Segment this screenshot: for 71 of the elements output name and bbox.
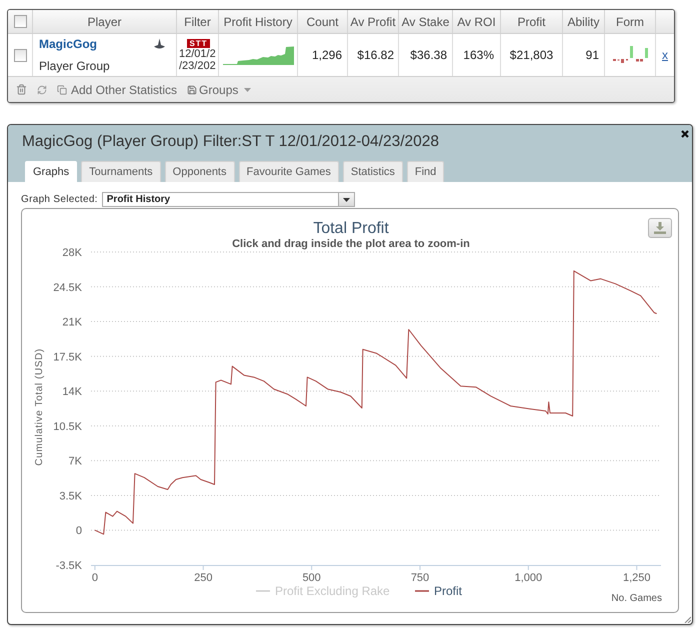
legend-line-icon <box>256 590 270 592</box>
save-icon <box>187 84 198 94</box>
legend-label[interactable]: Profit <box>434 584 462 598</box>
y-tick-label: 17.5K <box>53 351 82 364</box>
column-header[interactable]: Av Profit <box>348 10 399 33</box>
checkbox[interactable] <box>14 15 26 28</box>
profit-sparkline <box>222 45 294 65</box>
chart-title: Total Profit <box>313 220 389 237</box>
caret-icon <box>244 88 252 92</box>
panel-title: MagicGog (Player Group) Filter:ST T 12/01/2012-04/23/2028 <box>22 132 440 152</box>
graph-select[interactable]: Profit History <box>102 192 355 207</box>
x-tick-label: 1,250 <box>622 572 650 584</box>
column-header[interactable]: Profit <box>501 10 563 33</box>
x-axis-title: No. Games <box>611 593 662 604</box>
column-header[interactable]: Filter <box>177 10 219 33</box>
trash-icon[interactable] <box>16 84 27 95</box>
field-label: Graph Selected: <box>21 193 98 207</box>
x-tick-label: 250 <box>194 572 212 584</box>
filter-date: /23/202 <box>179 60 216 72</box>
y-tick-label: 0 <box>76 525 82 538</box>
download-button[interactable] <box>648 218 672 238</box>
close-icon[interactable] <box>681 130 689 138</box>
table-cell: 91 <box>563 34 605 76</box>
y-tick-label: -3.5K <box>56 560 82 572</box>
tab[interactable]: Find <box>406 161 444 182</box>
column-header[interactable]: Av Stake <box>399 10 453 33</box>
tab[interactable]: Graphs <box>25 161 78 182</box>
table-cell: 1,296 <box>298 34 348 76</box>
refresh-icon[interactable] <box>37 84 47 94</box>
form-bar <box>645 48 648 58</box>
y-tick-label: 24.5K <box>53 282 82 294</box>
table-cell: $21,803 <box>501 34 563 76</box>
y-tick-label: 21K <box>62 316 82 329</box>
column-header[interactable]: Player <box>33 10 177 33</box>
column-header[interactable]: Profit History <box>219 10 298 33</box>
x-tick-label: 0 <box>92 572 98 584</box>
filter-badge: STT <box>187 38 210 48</box>
tab[interactable]: Tournaments <box>81 161 161 182</box>
resize-grip-icon[interactable] <box>684 616 691 623</box>
y-tick-label: 14K <box>62 386 82 398</box>
column-header[interactable]: Count <box>298 10 348 33</box>
column-header[interactable]: Form <box>605 10 656 33</box>
y-tick-label: 3.5K <box>59 490 82 502</box>
form-bar <box>630 46 633 58</box>
add-statistics-button[interactable]: Add Other Statistics <box>57 80 178 98</box>
table-cell: 163% <box>453 34 501 76</box>
filter-date: 12/01/2 <box>179 48 216 60</box>
y-tick-label: 28K <box>62 247 82 259</box>
table-cell: $16.82 <box>348 34 399 76</box>
y-axis-title: Cumulative Total (USD) <box>34 348 45 466</box>
groups-button[interactable]: Groups <box>187 80 252 98</box>
x-tick-label: 750 <box>410 572 430 584</box>
tab[interactable]: Opponents <box>164 161 234 182</box>
y-tick-label: 10.5K <box>53 420 82 433</box>
tab[interactable]: Statistics <box>342 161 403 182</box>
y-tick-label: 7K <box>68 456 82 468</box>
table-cell: $36.38 <box>399 34 453 76</box>
player-link[interactable]: MagicGog <box>39 35 98 53</box>
checkbox[interactable] <box>14 48 26 62</box>
x-tick-label: 500 <box>302 572 321 584</box>
x-tick-label: 1,000 <box>514 572 542 584</box>
player-type: Player Group <box>39 58 111 75</box>
column-header[interactable]: Ability <box>563 10 605 33</box>
remove-link[interactable]: x <box>662 46 668 64</box>
window-icon <box>57 84 67 94</box>
tab[interactable]: Favourite Games <box>238 161 339 182</box>
form-bar <box>621 59 624 63</box>
download-icon <box>654 222 666 234</box>
chart-subtitle: Click and drag inside the plot area to zoom-in <box>232 238 470 250</box>
column-header[interactable]: Av ROI <box>453 10 501 33</box>
fin-icon <box>153 38 166 50</box>
